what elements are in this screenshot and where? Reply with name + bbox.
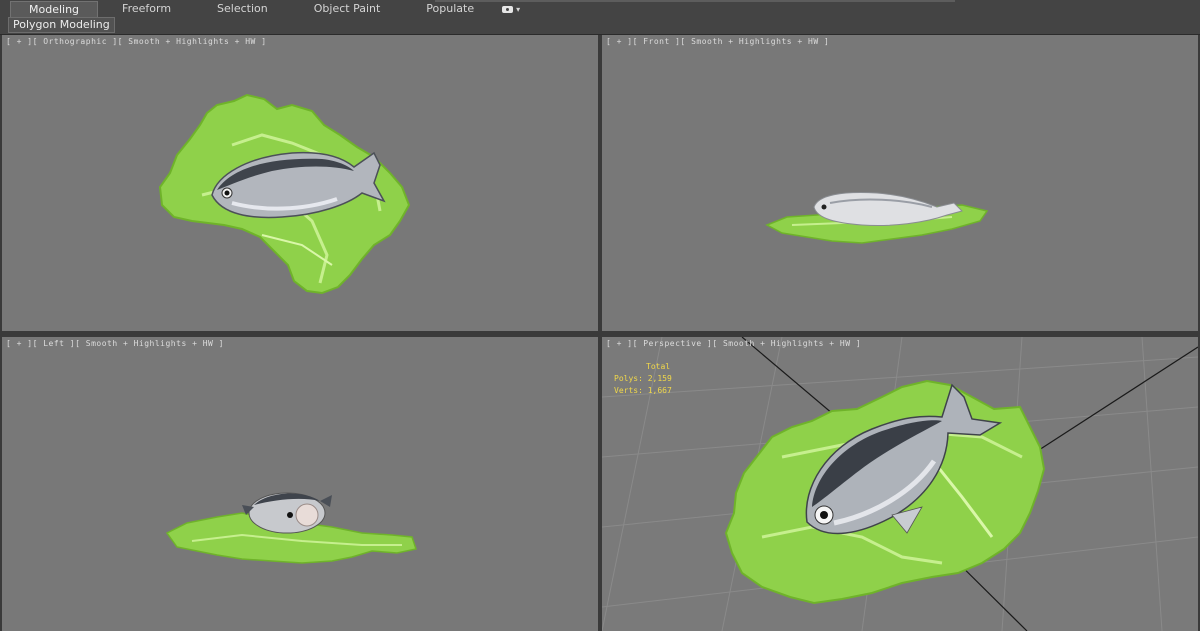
ribbon: Modeling Freeform Selection Object Paint… [0, 0, 1200, 35]
chevron-down-icon: ▾ [516, 4, 521, 14]
viewport-label-front[interactable]: [ + ][ Front ][ Smooth + Highlights + HW… [606, 37, 829, 46]
viewport-front[interactable]: [ + ][ Front ][ Smooth + Highlights + HW… [602, 35, 1198, 331]
viewport-label-perspective[interactable]: [ + ][ Perspective ][ Smooth + Highlight… [606, 339, 861, 348]
viewport-left[interactable]: [ + ][ Left ][ Smooth + Highlights + HW … [2, 337, 598, 631]
tab-object-paint[interactable]: Object Paint [292, 1, 403, 17]
scene-statistics: Total Polys: 2,159 Verts: 1,667 [614, 361, 672, 397]
stats-polys: Polys: 2,159 [614, 374, 672, 383]
tab-selection[interactable]: Selection [195, 1, 290, 17]
ortho-scene [158, 93, 411, 295]
viewport-label-orthographic[interactable]: [ + ][ Orthographic ][ Smooth + Highligh… [6, 37, 267, 46]
viewport-label-left[interactable]: [ + ][ Left ][ Smooth + Highlights + HW … [6, 339, 224, 348]
tab-modeling[interactable]: Modeling [10, 0, 99, 18]
perspective-scene [602, 337, 1198, 631]
viewport-perspective[interactable]: [ + ][ Perspective ][ Smooth + Highlight… [602, 337, 1198, 631]
camera-icon [502, 5, 514, 13]
viewport-orthographic[interactable]: [ + ][ Orthographic ][ Smooth + Highligh… [2, 35, 598, 331]
front-scene [765, 192, 989, 244]
subtab-polygon-modeling[interactable]: Polygon Modeling [8, 17, 115, 33]
tab-freeform[interactable]: Freeform [100, 1, 193, 17]
left-scene [165, 492, 417, 564]
stats-total-label: Total [646, 362, 671, 371]
stats-verts: Verts: 1,667 [614, 386, 672, 395]
ribbon-options-dropdown[interactable]: ▾ [502, 1, 520, 17]
ribbon-tabs: Modeling Freeform Selection Object Paint… [0, 0, 520, 18]
tab-populate[interactable]: Populate [404, 1, 496, 17]
